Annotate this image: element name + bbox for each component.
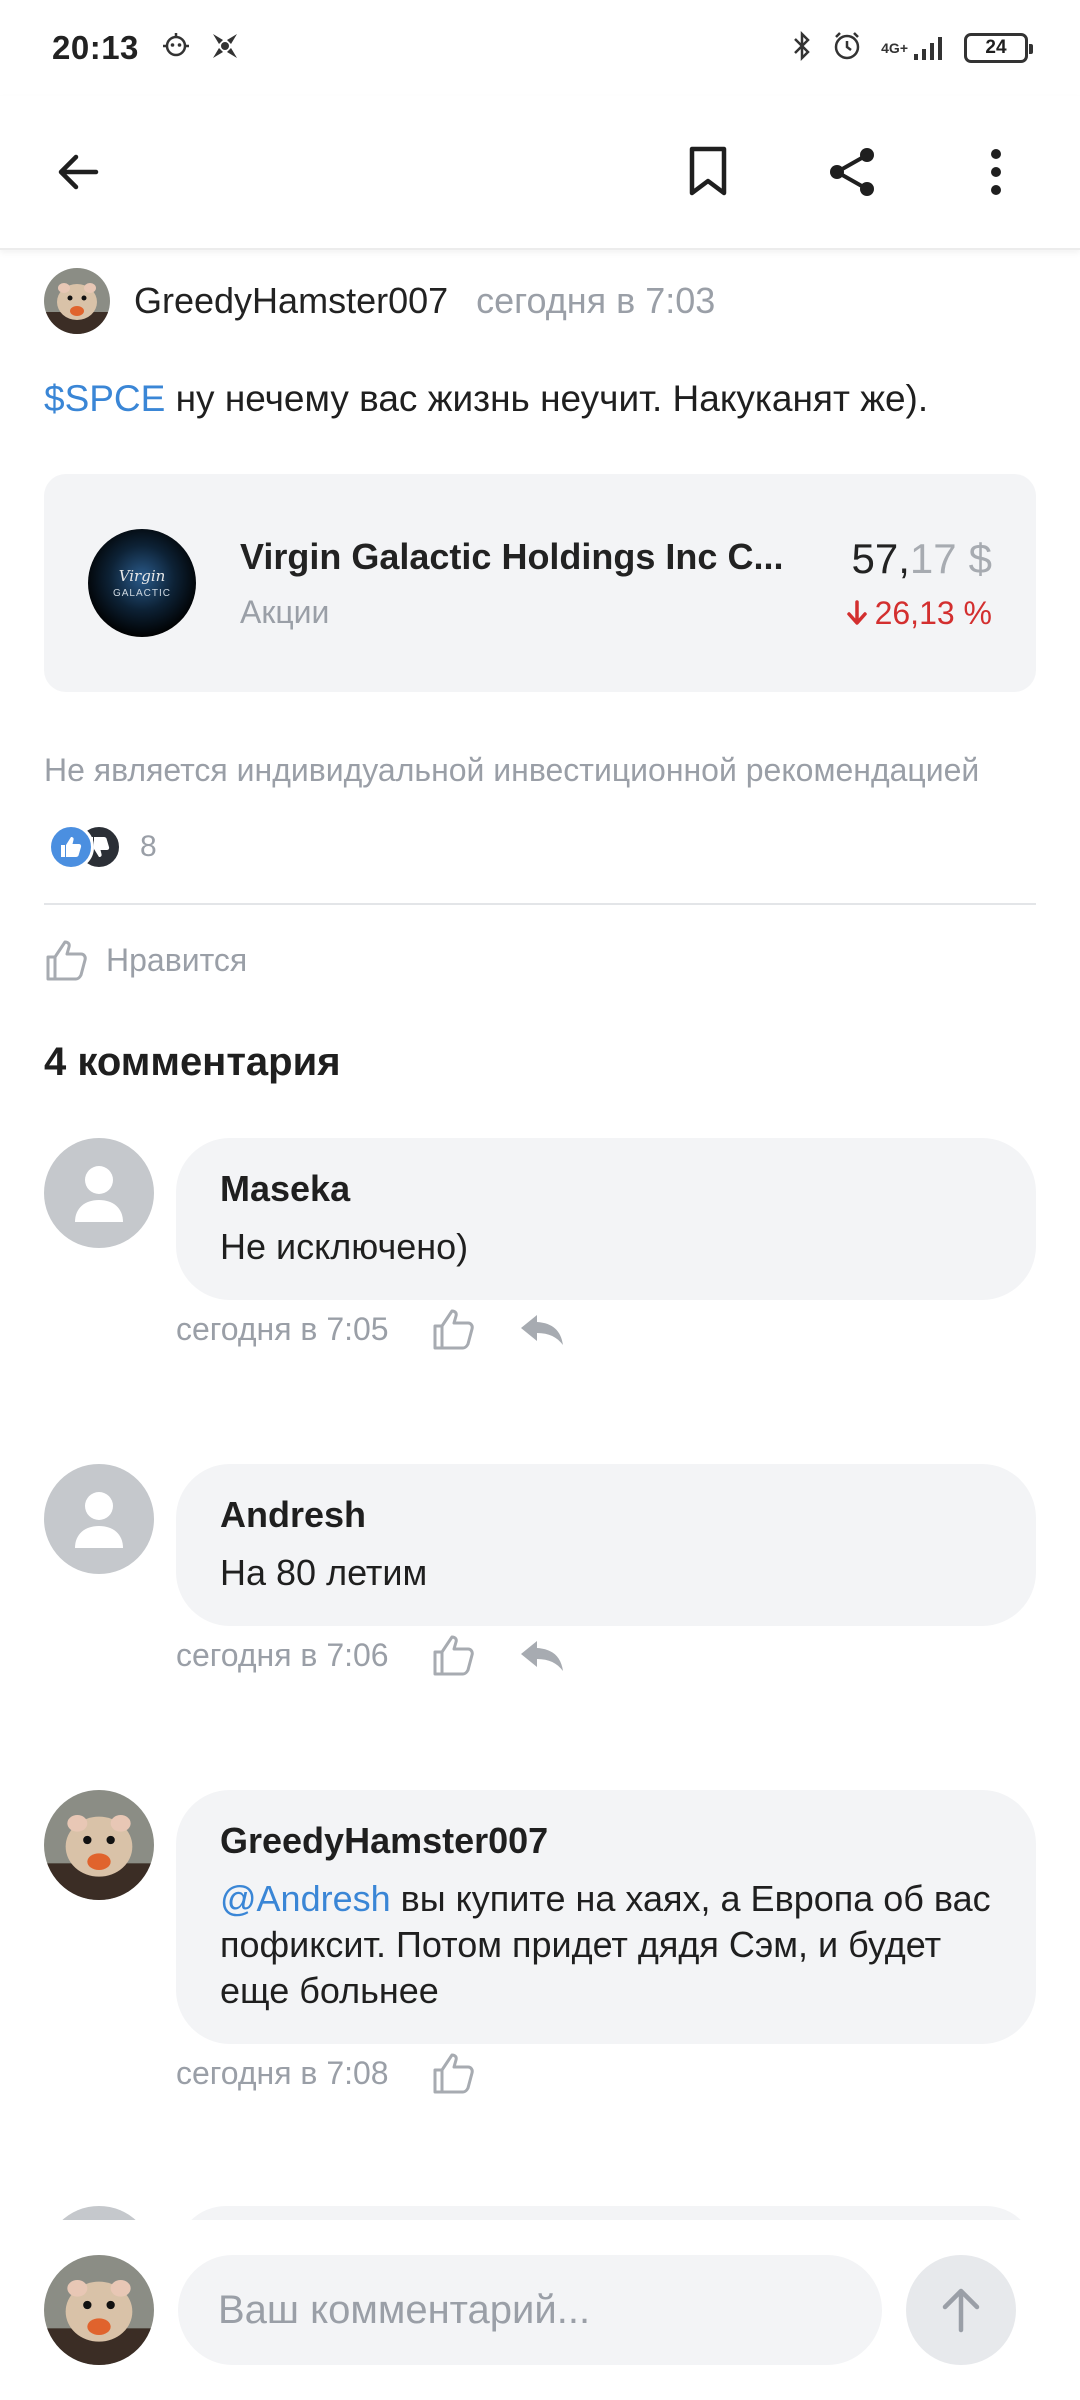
back-button[interactable] — [40, 134, 116, 210]
comment-mention-link[interactable]: @Andresh — [220, 1878, 391, 1919]
comment-bubble: Maseka Не исключено) — [176, 1138, 1036, 1300]
comment-author[interactable]: Maseka — [220, 1168, 996, 1210]
comment-author[interactable]: Andresh — [220, 1494, 996, 1536]
user-placeholder-icon — [75, 1492, 123, 1548]
arrow-left-icon — [58, 154, 99, 190]
status-time: 20:13 — [52, 29, 139, 66]
signal-indicator: 4G+ — [881, 34, 946, 62]
price-fraction: 17 — [909, 534, 957, 582]
price-change-value: 26,13 % — [874, 594, 992, 631]
bookmark-button[interactable] — [670, 134, 746, 210]
status-bar: 20:13 4G+ 24 — [0, 0, 1080, 96]
comment-bubble: GreedyHamster007 @Andresh вы купите на х… — [176, 1790, 1036, 2044]
ticker-link[interactable]: $SPCE — [44, 378, 165, 419]
post-body: ну нечему вас жизнь неучит. Накуканят же… — [165, 378, 929, 419]
reply-icon — [520, 1315, 563, 1345]
comment-meta: сегодня в 7:06 — [176, 1632, 565, 1678]
comment-time: сегодня в 7:06 — [176, 1636, 389, 1673]
avatar[interactable] — [44, 1464, 154, 1574]
share-icon — [830, 148, 874, 196]
divider — [44, 903, 1036, 905]
avatar[interactable] — [44, 2255, 154, 2365]
network-type: 4G+ — [881, 40, 908, 56]
comment-composer — [0, 2220, 1080, 2400]
instrument-logo: Virgin GALACTIC — [88, 529, 196, 637]
price-currency: $ — [968, 534, 992, 582]
price-change: 26,13 % — [845, 595, 992, 632]
bluetooth-icon — [791, 30, 813, 67]
like-label: Нравится — [106, 941, 248, 978]
logo-text-line1: Virgin — [118, 567, 166, 585]
reply-icon — [520, 1641, 563, 1671]
like-button[interactable]: Нравится — [44, 934, 247, 986]
arrow-up-icon — [942, 2288, 980, 2333]
comment-text: @Andresh вы купите на хаях, а Европа об … — [220, 1876, 996, 2014]
post-author[interactable]: GreedyHamster007 — [134, 280, 448, 322]
comment-like-button[interactable] — [431, 2050, 477, 2096]
comment-time: сегодня в 7:08 — [176, 2054, 389, 2091]
post-text: $SPCE ну нечему вас жизнь неучит. Накука… — [44, 378, 928, 420]
bookmark-icon — [689, 146, 727, 196]
comment-like-button[interactable] — [431, 1306, 477, 1352]
post-time: сегодня в 7:03 — [476, 280, 716, 321]
price-integer: 57, — [851, 534, 910, 582]
comment-like-button[interactable] — [431, 1632, 477, 1678]
battery-indicator: 24 — [964, 33, 1033, 63]
app-bar — [0, 96, 1080, 250]
comment-text: На 80 летим — [220, 1552, 428, 1593]
hamster-avatar-image — [44, 2255, 154, 2365]
avatar[interactable] — [44, 268, 110, 334]
comment-item: GreedyHamster007 @Andresh вы купите на х… — [44, 1790, 1036, 2044]
comment-author[interactable]: GreedyHamster007 — [220, 1820, 996, 1862]
more-options-button[interactable] — [958, 134, 1034, 210]
instrument-price: 57,17 $ — [845, 535, 992, 583]
avatar[interactable] — [44, 1138, 154, 1248]
hamster-avatar-image — [44, 1790, 154, 1900]
status-notification-icons — [161, 30, 241, 67]
comment-bubble: Andresh На 80 летим — [176, 1464, 1036, 1626]
comment-time: сегодня в 7:05 — [176, 1310, 389, 1347]
avatar[interactable] — [44, 1790, 154, 1900]
instrument-name: Virgin Galactic Holdings Inc C... — [240, 535, 784, 577]
instrument-price-block: 57,17 $ 26,13 % — [845, 535, 992, 632]
more-vertical-icon — [991, 149, 1001, 195]
robot-icon — [161, 31, 191, 66]
alarm-icon — [831, 30, 863, 67]
signal-icon — [914, 37, 942, 60]
comment-reply-button[interactable] — [517, 1635, 565, 1675]
app-notification-icon — [209, 30, 241, 67]
comment-meta: сегодня в 7:05 — [176, 1306, 565, 1352]
arrow-down-icon — [846, 600, 867, 625]
instrument-info: Virgin Galactic Holdings Inc C... Акции — [240, 536, 845, 631]
post-header: GreedyHamster007 сегодня в 7:03 — [44, 268, 715, 334]
comments-title: 4 комментария — [44, 1040, 341, 1084]
reactions-count: 8 — [140, 830, 157, 863]
instrument-type: Акции — [240, 593, 330, 630]
comment-input[interactable] — [178, 2255, 882, 2365]
comment-reply-button[interactable] — [517, 1309, 565, 1349]
thumbs-up-outline-icon — [46, 940, 87, 981]
thumbs-up-outline-icon — [433, 1309, 474, 1350]
hamster-avatar-image — [44, 268, 110, 334]
disclaimer: Не является индивидуальной инвестиционно… — [44, 752, 980, 788]
thumbs-up-outline-icon — [433, 2053, 474, 2094]
thumbs-up-icon — [48, 824, 94, 870]
share-button[interactable] — [814, 134, 890, 210]
logo-text-line2: GALACTIC — [112, 588, 171, 599]
instrument-card[interactable]: Virgin GALACTIC Virgin Galactic Holdings… — [44, 474, 1036, 692]
status-system-icons: 4G+ 24 — [791, 30, 1033, 67]
thumbs-up-outline-icon — [433, 1635, 474, 1676]
send-button[interactable] — [906, 2255, 1016, 2365]
user-placeholder-icon — [75, 1166, 123, 1222]
comment-meta: сегодня в 7:08 — [176, 2050, 477, 2096]
comment-text: Не исключено) — [220, 1226, 469, 1267]
reactions-summary[interactable]: 8 — [48, 824, 157, 870]
